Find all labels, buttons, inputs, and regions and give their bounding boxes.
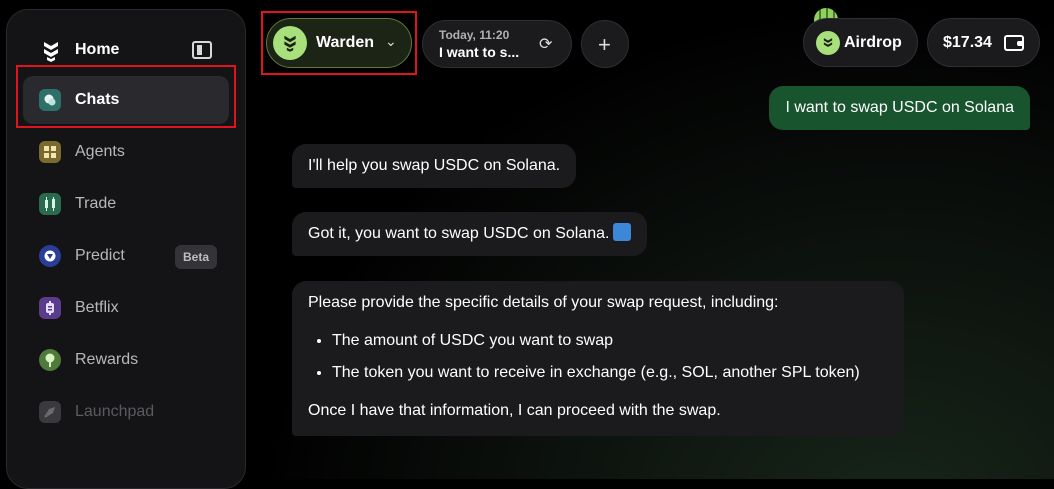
highlight-box-chats <box>16 65 236 128</box>
list-item: The token you want to receive in exchang… <box>332 362 888 384</box>
sidebar-item-predict[interactable]: Predict Beta <box>23 232 229 280</box>
sidebar-item-betflix[interactable]: Betflix <box>23 284 229 332</box>
sidebar-item-agents[interactable]: Agents <box>23 128 229 176</box>
sidebar-item-trade[interactable]: Trade <box>23 180 229 228</box>
sidebar-item-launchpad[interactable]: Launchpad <box>23 388 229 436</box>
grid-icon <box>39 141 61 163</box>
home-label: Home <box>75 41 120 58</box>
message-bullets: The amount of USDC you want to swap The … <box>332 330 888 384</box>
dollar-icon <box>39 297 61 319</box>
sidebar-item-label: Trade <box>75 195 117 212</box>
history-title: I want to s... <box>439 44 520 60</box>
wallet-balance: $17.34 <box>943 34 992 51</box>
new-chat-button[interactable]: + <box>581 20 629 68</box>
warden-logo-icon <box>44 42 58 62</box>
gift-icon <box>39 349 61 371</box>
home-link[interactable]: Home <box>7 34 247 68</box>
sidebar-item-label: Rewards <box>75 351 139 368</box>
sidebar-collapse-icon[interactable] <box>192 41 212 59</box>
chat-history-button[interactable]: Today, 11:20 I want to s... ⟳ <box>422 20 572 68</box>
assistant-message: Please provide the specific details of y… <box>292 281 904 436</box>
wallet-icon <box>1004 35 1024 51</box>
beta-badge: Beta <box>175 245 218 269</box>
list-item: The amount of USDC you want to swap <box>332 330 888 352</box>
repeat-emoji-icon <box>613 223 632 241</box>
history-date: Today, 11:20 <box>439 28 510 42</box>
assistant-message: Got it, you want to swap USDC on Solana. <box>292 212 648 256</box>
rocket-icon <box>39 401 61 423</box>
airdrop-button[interactable]: Airdrop <box>803 18 918 67</box>
plus-icon: + <box>598 32 611 57</box>
highlight-box-agent <box>261 11 417 75</box>
sidebar-item-label: Predict <box>75 247 125 264</box>
sidebar-item-label: Betflix <box>75 299 119 316</box>
airdrop-label: Airdrop <box>844 34 902 51</box>
wallet-button[interactable]: $17.34 <box>927 18 1040 67</box>
sidebar-item-rewards[interactable]: Rewards <box>23 336 229 384</box>
assistant-message: I'll help you swap USDC on Solana. <box>292 144 577 188</box>
sidebar-item-label: Agents <box>75 143 125 160</box>
sidebar-item-label: Launchpad <box>75 403 155 420</box>
message-intro: Please provide the specific details of y… <box>308 294 779 311</box>
history-icon: ⟳ <box>539 36 553 53</box>
candles-icon <box>39 193 61 215</box>
user-message: I want to swap USDC on Solana <box>769 86 1030 130</box>
assistant-message-text: Got it, you want to swap USDC on Solana. <box>308 225 610 242</box>
airdrop-icon <box>816 31 840 55</box>
shield-icon <box>39 245 61 267</box>
message-outro: Once I have that information, I can proc… <box>308 402 721 419</box>
